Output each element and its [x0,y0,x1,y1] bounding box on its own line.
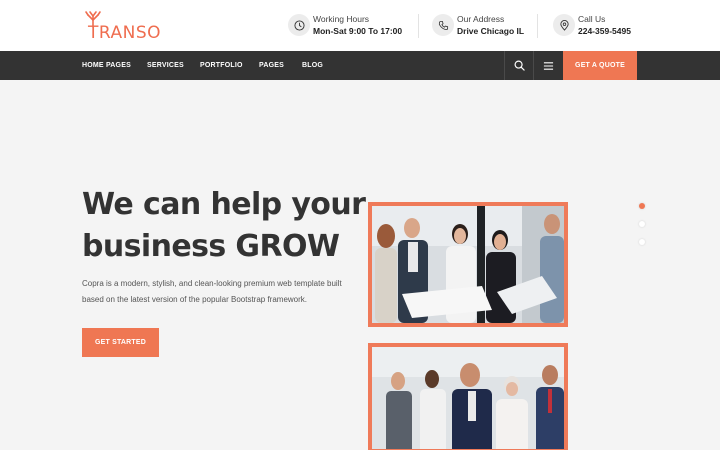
hero-image-team-meeting [368,202,568,327]
nav-item-portfolio[interactable]: PORTFOLIO [200,61,243,70]
hero-title-line-2: business GROW [82,229,340,264]
address-title: Our Address [457,14,505,24]
top-header: TRANSO Working Hours Mon-Sat 9:00 To 17:… [0,0,720,51]
hero-title: We can help your business GROW [82,184,372,268]
slider-dot[interactable] [639,221,645,227]
search-icon [514,60,525,71]
clock-icon [288,14,310,36]
topbar-divider [418,14,419,38]
team-meeting-photo [372,206,564,323]
nav-item-services[interactable]: SERVICES [147,61,184,70]
get-started-button[interactable]: GET STARTED [82,328,159,357]
business-team-photo [372,347,564,449]
get-a-quote-button[interactable]: GET A QUOTE [563,51,637,80]
nav-item-blog[interactable]: BLOG [302,61,323,70]
address-value: Drive Chicago IL [457,26,525,36]
nav-item-pages[interactable]: PAGES [259,61,284,70]
menu-button[interactable] [534,51,562,80]
call-title: Call Us [578,14,606,24]
working-hours-value: Mon-Sat 9:00 To 17:00 [313,26,403,36]
hero-image-business-team [368,343,568,450]
call-value[interactable]: 224-359-5495 [578,26,631,36]
hero-description: Copra is a modern, stylish, and clean-lo… [82,279,342,304]
working-hours-title: Working Hours [313,14,370,24]
menu-icon [543,61,553,70]
main-nav: HOME PAGES SERVICES PORTFOLIO PAGES BLOG… [0,51,720,80]
slider-dot[interactable] [639,203,645,209]
phone-icon [432,14,454,36]
nav-item-home-pages[interactable]: HOME PAGES [82,61,131,70]
site-logo[interactable]: TRANSO [82,10,161,43]
logo-text: TRANSO [88,23,162,43]
hero-title-line-1: We can help your [82,187,366,222]
slider-dot[interactable] [639,239,645,245]
search-button[interactable] [505,51,533,80]
topbar-divider [537,14,538,38]
location-pin-icon [553,14,575,36]
